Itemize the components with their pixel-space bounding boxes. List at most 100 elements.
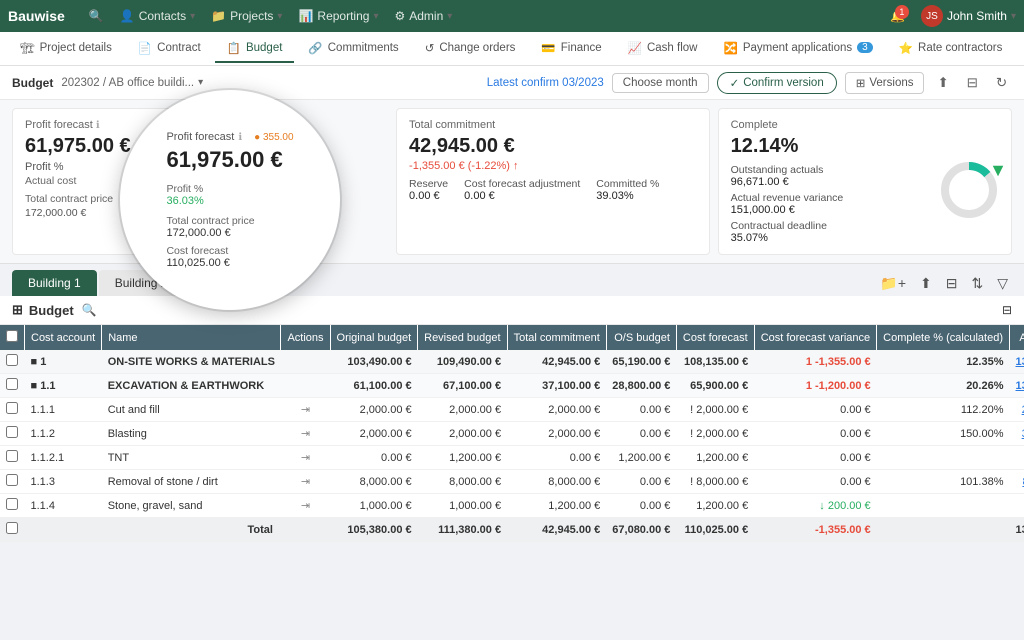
select-all-checkbox[interactable]	[6, 330, 18, 342]
finance-icon: 💳	[541, 41, 555, 55]
row-checkbox[interactable]	[6, 426, 18, 438]
row-checkbox[interactable]	[6, 354, 18, 366]
tab-commitments[interactable]: 🔗 Commitments	[296, 35, 410, 63]
col-actual-cost[interactable]: Actual cost	[1010, 325, 1024, 350]
row-account: 1.1.2	[25, 422, 102, 446]
budget-search-button[interactable]: 🔍	[82, 303, 97, 317]
row-checkbox[interactable]	[6, 450, 18, 462]
tab-finance[interactable]: 💳 Finance	[529, 35, 613, 63]
col-account[interactable]: Cost account	[25, 325, 102, 350]
row-actual-cost[interactable]: 13,354.00 €	[1010, 374, 1024, 398]
col-cf-variance[interactable]: Cost forecast variance	[754, 325, 876, 350]
contacts-chevron: ▾	[190, 11, 195, 22]
deadline-item: Contractual deadline 35.07%	[731, 220, 844, 244]
add-building-icon[interactable]: 📁+	[876, 273, 910, 294]
tab-budget[interactable]: 📋 Budget	[215, 35, 295, 63]
row-complete-pct	[877, 518, 1010, 542]
row-actions[interactable]: ⇥	[281, 422, 330, 446]
upload-button[interactable]: ⬆	[932, 72, 953, 94]
row-checkbox[interactable]	[6, 474, 18, 486]
row-actions[interactable]: ⇥	[281, 398, 330, 422]
row-actual-cost[interactable]: 3,000.00 €	[1010, 422, 1024, 446]
row-checkbox[interactable]	[6, 402, 18, 414]
refresh-button[interactable]: ↻	[991, 72, 1012, 94]
contract-value: 172,000.00 €	[25, 207, 86, 219]
tree-icon[interactable]: ⬆	[916, 273, 936, 294]
row-checkbox-cell	[0, 422, 25, 446]
confirm-version-button[interactable]: ✓ Confirm version	[717, 72, 837, 94]
row-rev-budget: 109,490.00 €	[418, 350, 507, 374]
notification-bell[interactable]: 🔔 1	[890, 9, 905, 23]
tab-payment-applications[interactable]: 🔀 Payment applications 3	[711, 35, 884, 63]
row-total-commit: 2,000.00 €	[507, 398, 606, 422]
col-name[interactable]: Name	[102, 325, 281, 350]
row-actual-cost[interactable]: 8,110.00 €	[1010, 470, 1024, 494]
row-account	[25, 518, 102, 542]
row-orig-budget: 2,000.00 €	[330, 422, 418, 446]
grid-view-button[interactable]: ⊟	[962, 72, 983, 94]
table-row: 1.1.2 Blasting ⇥ 2,000.00 € 2,000.00 € 2…	[0, 422, 1024, 446]
row-rev-budget: 1,000.00 €	[418, 494, 507, 518]
mag-cost-forecast: Cost forecast 110,025.00 €	[166, 245, 293, 269]
mag-orange: ● 355.00	[254, 132, 293, 143]
nav-reporting[interactable]: 📊 Reporting ▾	[298, 9, 378, 23]
row-checkbox[interactable]	[6, 522, 18, 534]
building-tools: 📁+ ⬆ ⊟ ⇅ ▽	[876, 273, 1012, 294]
tab-contract[interactable]: 📄 Contract	[126, 35, 213, 63]
row-checkbox[interactable]	[6, 498, 18, 510]
col-complete-pct[interactable]: Complete % (calculated)	[877, 325, 1010, 350]
row-os-budget: 67,080.00 €	[606, 518, 676, 542]
row-actions[interactable]: ⇥	[281, 494, 330, 518]
tab-cash-flow[interactable]: 📈 Cash flow	[616, 35, 710, 63]
budget-section-title: ⊞ Budget	[12, 302, 74, 318]
user-menu[interactable]: JS John Smith ▾	[921, 5, 1016, 27]
row-total-commit: 42,945.00 €	[507, 518, 606, 542]
row-checkbox[interactable]	[6, 378, 18, 390]
contract-icon: 📄	[138, 41, 152, 55]
row-cf-variance: 0.00 €	[754, 422, 876, 446]
columns-icon[interactable]: ⊟	[1002, 303, 1012, 317]
filter-icon[interactable]: ▽	[993, 273, 1012, 294]
tab-project-details[interactable]: 🏗 Project details	[8, 35, 124, 63]
building-tab-1[interactable]: Building 1	[12, 270, 97, 296]
nav-projects[interactable]: 📁 Projects ▾	[211, 9, 282, 23]
row-actions[interactable]: ⇥	[281, 446, 330, 470]
profit-info-icon[interactable]: ℹ	[96, 120, 100, 131]
nav-admin[interactable]: ⚙ Admin ▾	[394, 9, 452, 23]
mag-contract: Total contract price 172,000.00 €	[166, 215, 293, 239]
row-total-commit: 2,000.00 €	[507, 422, 606, 446]
versions-button[interactable]: ⊞ Versions	[845, 72, 925, 94]
table-icon[interactable]: ⊟	[942, 273, 962, 294]
col-total-commit[interactable]: Total commitment	[507, 325, 606, 350]
breadcrumb-path[interactable]: 202302 / AB office buildi... ▾	[61, 77, 203, 89]
col-os-budget[interactable]: O/S budget	[606, 325, 676, 350]
nav-search[interactable]: 🔍	[89, 9, 104, 23]
row-actual-cost[interactable]: 13,354.00 €	[1010, 350, 1024, 374]
tab-change-orders[interactable]: ↺ Change orders	[413, 35, 528, 63]
col-cost-forecast[interactable]: Cost forecast	[676, 325, 754, 350]
row-complete-pct: 12.35%	[877, 350, 1010, 374]
sort-icon[interactable]: ⇅	[967, 273, 987, 294]
col-orig-budget[interactable]: Original budget	[330, 325, 418, 350]
tab-rate-contractors[interactable]: ⭐ Rate contractors	[887, 35, 1015, 63]
table-row: 1.1.4 Stone, gravel, sand ⇥ 1,000.00 € 1…	[0, 494, 1024, 518]
mag-pct-label: Profit %	[166, 183, 203, 195]
row-os-budget: 0.00 €	[606, 398, 676, 422]
choose-month-button[interactable]: Choose month	[612, 73, 709, 93]
row-actions[interactable]: ⇥	[281, 470, 330, 494]
row-cost-forecast: 1,200.00 €	[676, 446, 754, 470]
user-avatar: JS	[921, 5, 943, 27]
row-actual-cost[interactable]: 2,244.00 €	[1010, 398, 1024, 422]
cash-flow-icon: 📈	[628, 41, 642, 55]
nav-contacts[interactable]: 👤 Contacts ▾	[120, 9, 195, 23]
latest-confirm-link[interactable]: Latest confirm 03/2023	[487, 77, 604, 89]
row-orig-budget: 61,100.00 €	[330, 374, 418, 398]
table-row: 1.1.2.1 TNT ⇥ 0.00 € 1,200.00 € 0.00 € 1…	[0, 446, 1024, 470]
row-orig-budget: 1,000.00 €	[330, 494, 418, 518]
mag-info-icon[interactable]: ℹ	[238, 132, 242, 143]
payment-icon: 🔀	[723, 41, 737, 55]
row-actions	[281, 518, 330, 542]
row-account: 1.1.3	[25, 470, 102, 494]
contract-label: Total contract price	[25, 193, 113, 205]
col-rev-budget[interactable]: Revised budget	[418, 325, 507, 350]
